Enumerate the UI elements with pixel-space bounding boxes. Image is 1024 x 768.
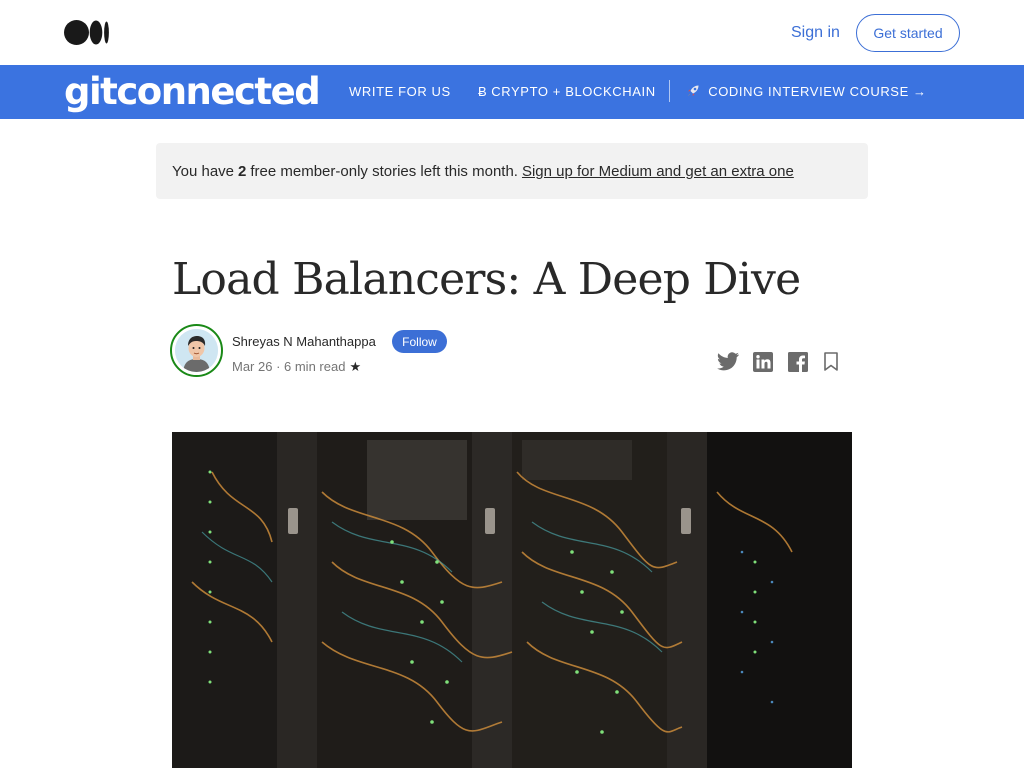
medium-logo[interactable]	[64, 20, 110, 45]
member-stories-banner: You have 2 free member-only stories left…	[156, 143, 868, 199]
author-avatar[interactable]	[170, 324, 223, 377]
nav-item-label: WRITE FOR US	[349, 84, 451, 99]
nav-divider	[669, 80, 670, 102]
nav-crypto-blockchain[interactable]: Ƀ CRYPTO + BLOCKCHAIN	[478, 84, 656, 100]
gitconnected-logo[interactable]: gitconnected	[64, 70, 321, 114]
sign-up-link[interactable]: Sign up for Medium and get an extra one	[522, 163, 794, 180]
nav-write-for-us[interactable]: WRITE FOR US	[349, 84, 451, 100]
get-started-button[interactable]: Get started	[856, 14, 960, 52]
article-title: Load Balancers: A Deep Dive	[172, 254, 801, 305]
stories-left-count: 2	[238, 162, 247, 180]
article-meta: Mar 26 · 6 min read ★	[232, 359, 361, 375]
sign-in-link[interactable]: Sign in	[791, 22, 840, 44]
member-star-icon: ★	[349, 359, 362, 374]
bitcoin-icon: Ƀ	[478, 84, 488, 99]
linkedin-icon[interactable]	[752, 351, 774, 373]
hero-image-server-racks	[172, 432, 852, 768]
date-read-time: Mar 26 · 6 min read	[232, 359, 346, 374]
nav-item-label: CODING INTERVIEW COURSE →	[708, 84, 927, 99]
publication-nav: gitconnected WRITE FOR US Ƀ CRYPTO + BLOC…	[0, 65, 1024, 119]
nav-item-label: CRYPTO + BLOCKCHAIN	[491, 84, 656, 99]
author-name[interactable]: Shreyas N Mahanthappa	[232, 334, 376, 349]
avatar-image	[175, 329, 218, 372]
top-bar: Sign in Get started	[0, 0, 1024, 65]
rocket-icon	[686, 84, 704, 99]
facebook-icon[interactable]	[787, 351, 809, 373]
bookmark-icon[interactable]	[822, 351, 840, 373]
banner-suffix: free member-only stories left this month…	[250, 162, 518, 180]
twitter-icon[interactable]	[716, 351, 740, 373]
banner-prefix: You have	[172, 162, 235, 180]
follow-button[interactable]: Follow	[392, 330, 447, 353]
nav-coding-interview-course[interactable]: CODING INTERVIEW COURSE →	[686, 84, 927, 100]
